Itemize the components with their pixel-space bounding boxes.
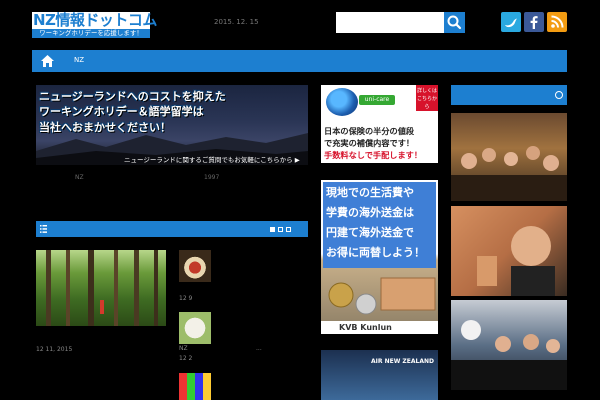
search-input[interactable] <box>336 12 444 33</box>
unicare-line-2: で充実の補償内容です！ <box>324 138 415 148</box>
hero-cta-text[interactable]: ニュージーランドに関するご質問でもお気軽にこちらから ▶ <box>124 154 300 164</box>
hero-headline-2: ワーキングホリデー＆語学留学は <box>39 105 204 118</box>
breadcrumb-left[interactable]: NZ <box>75 174 84 181</box>
home-icon[interactable] <box>40 54 55 68</box>
list-icon <box>40 225 47 233</box>
site-header: NZ情報ドットコム ワーキングホリデーを応援します！ 2015. 12. 15 <box>0 0 600 46</box>
post-thumbnail[interactable] <box>179 250 211 282</box>
breadcrumb-right[interactable]: 1997 <box>204 174 219 181</box>
rss-icon <box>551 15 564 28</box>
airnz-ad[interactable]: AIR NEW ZEALAND <box>321 350 438 400</box>
currency-graphic <box>328 277 436 315</box>
unicare-line-3: 手数料なしで手配します！ <box>324 150 423 160</box>
post-title[interactable]: NZ <box>179 345 188 352</box>
sidebar-toggle-icon[interactable] <box>555 91 563 99</box>
post-thumbnail[interactable] <box>179 373 211 400</box>
hero-banner[interactable]: ニュージーランドへのコストを抑えた ワーキングホリデー＆語学留学は 当社へおまか… <box>36 85 308 165</box>
twitter-button[interactable] <box>501 12 521 32</box>
post-meta: 12 2 <box>179 355 193 362</box>
unicare-ad[interactable]: uni-care 詳しくはこちらから 日本の保険の半分の値段 で充実の補償内容で… <box>321 85 438 163</box>
logo-subtitle: ワーキングホリデーを応援します！ <box>32 29 150 38</box>
section-header-bar <box>36 221 308 237</box>
kvb-line-3: 円建て海外送金で <box>326 226 414 239</box>
main-nav: NZ <box>32 50 567 72</box>
carousel-dot[interactable] <box>286 227 291 232</box>
rss-button[interactable] <box>547 12 567 32</box>
portrait-photo-graphic <box>477 226 555 296</box>
post-ellipsis: ... <box>256 345 262 352</box>
kvb-line-2: 学費の海外送金は <box>326 206 414 219</box>
facebook-icon <box>530 16 538 29</box>
post-meta: 12 9 <box>179 295 193 302</box>
search-button[interactable] <box>444 12 465 33</box>
kvb-line-4: お得に両替しよう！ <box>326 246 425 259</box>
kvb-line-1: 現地での生活費や <box>326 186 414 199</box>
kvb-footer: KVB Kunlun <box>321 321 438 334</box>
site-logo[interactable]: NZ情報ドットコム ワーキングホリデーを応援します！ <box>32 12 157 38</box>
facebook-button[interactable] <box>524 12 544 32</box>
unicare-line-1: 日本の保険の半分の値段 <box>324 126 415 136</box>
carousel-dots <box>270 227 292 232</box>
group-photo-graphic <box>451 146 567 201</box>
people-photo-graphic <box>451 320 567 390</box>
logo-title: NZ情報ドットコム <box>33 11 157 29</box>
sidebar-photo[interactable] <box>451 206 567 296</box>
twitter-icon <box>505 18 517 28</box>
unicare-tag: 詳しくはこちらから <box>416 85 438 111</box>
search-icon <box>447 15 462 30</box>
kvb-text-panel: 現地での生活費や 学費の海外送金は 円建て海外送金で お得に両替しよう！ <box>323 182 436 268</box>
featured-post-meta: 12 11, 2015 <box>36 346 73 353</box>
globe-logo <box>326 88 358 116</box>
header-date: 2015. 12. 15 <box>214 18 259 26</box>
airnz-text: AIR NEW ZEALAND <box>371 358 434 365</box>
nav-item-nz[interactable]: NZ <box>74 56 84 64</box>
unicare-brand: uni-care <box>359 95 395 105</box>
sidebar-photo[interactable] <box>451 300 567 390</box>
kvb-ad[interactable]: 現地での生活費や 学費の海外送金は 円建て海外送金で お得に両替しよう！ KVB… <box>321 180 438 334</box>
carousel-dot[interactable] <box>270 227 275 232</box>
featured-post-image[interactable] <box>36 250 166 326</box>
carousel-dot[interactable] <box>278 227 283 232</box>
kvb-brand: KVB Kunlun <box>339 323 392 332</box>
forest-graphic <box>46 250 158 326</box>
post-thumbnail[interactable] <box>179 312 211 344</box>
hero-headline-3: 当社へおまかせください！ <box>39 121 171 134</box>
hero-headline-1: ニュージーランドへのコストを抑えた <box>39 90 226 103</box>
sidebar-photo[interactable] <box>451 113 567 201</box>
sidebar-header-bar <box>451 85 567 105</box>
